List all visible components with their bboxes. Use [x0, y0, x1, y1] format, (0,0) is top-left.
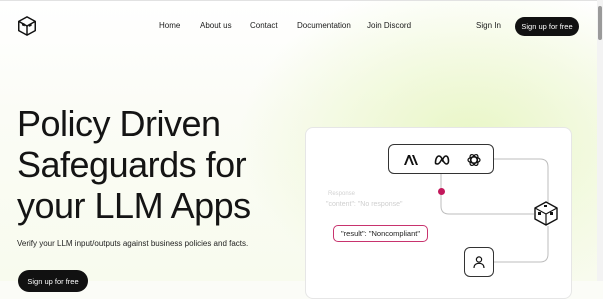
demo-flow-card: Response "content": "No response" "resul…	[305, 127, 572, 299]
nav-link-documentation[interactable]: Documentation	[297, 21, 351, 30]
flow-indicator-dot	[438, 188, 445, 195]
scrollbar-thumb[interactable]	[598, 6, 602, 40]
hero-title: Policy Driven Safeguards for your LLM Ap…	[17, 103, 287, 226]
hero-signup-button[interactable]: Sign up for free	[18, 270, 88, 292]
faded-label: Response	[328, 191, 356, 197]
openai-icon	[467, 153, 481, 167]
logo-cube-icon[interactable]	[16, 15, 38, 37]
hero-title-line: your LLM Apps	[17, 185, 251, 226]
top-navbar: Home About us Contact Documentation Join…	[0, 0, 603, 52]
vertical-scrollbar[interactable]	[597, 0, 603, 281]
nav-link-home[interactable]: Home	[159, 21, 180, 30]
hero-title-line: Safeguards for	[17, 144, 247, 185]
anthropic-icon	[404, 155, 418, 165]
meta-icon	[434, 155, 450, 165]
guard-cube-icon	[534, 201, 558, 226]
faded-response-line: "content": "No response"	[326, 201, 403, 208]
result-pill: "result": "Noncompliant"	[333, 225, 429, 242]
sign-in-link[interactable]: Sign In	[476, 21, 501, 30]
sign-up-button[interactable]: Sign up for free	[515, 17, 579, 36]
hero-subtitle: Verify your LLM input/outputs against bu…	[17, 239, 249, 248]
nav-link-about[interactable]: About us	[200, 21, 232, 30]
hero-title-line: Policy Driven	[17, 103, 221, 144]
nav-link-contact[interactable]: Contact	[250, 21, 278, 30]
user-node	[464, 247, 494, 277]
user-icon	[473, 256, 485, 269]
llm-providers-box	[388, 144, 494, 174]
nav-link-discord[interactable]: Join Discord	[367, 21, 411, 30]
